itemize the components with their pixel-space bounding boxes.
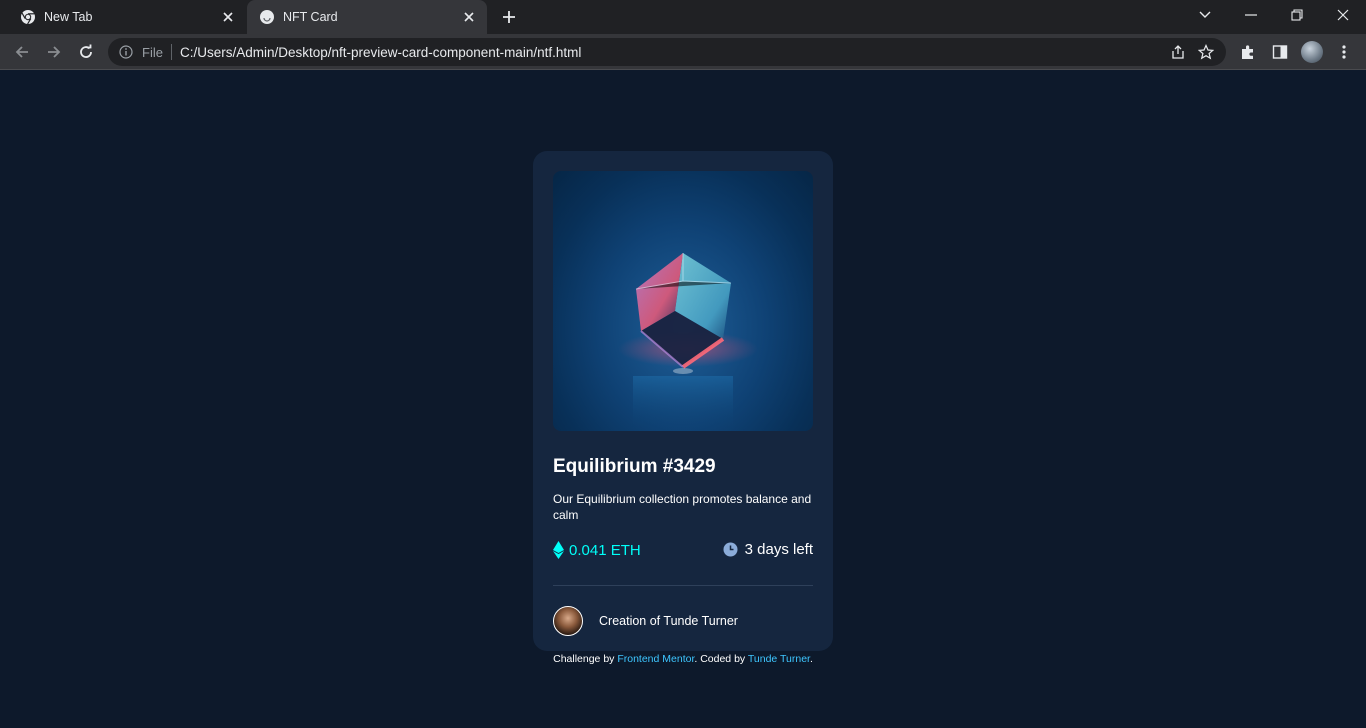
close-tab-icon[interactable] <box>459 7 479 27</box>
clock-icon <box>723 542 738 557</box>
time-left: 3 days left <box>723 541 813 558</box>
restore-button[interactable] <box>1274 0 1320 30</box>
back-button[interactable] <box>8 38 36 66</box>
side-panel-icon <box>1272 45 1288 59</box>
attribution-prefix: Challenge by <box>553 653 618 665</box>
ethereum-icon <box>553 541 564 559</box>
chrome-icon <box>20 9 36 25</box>
tab-nft-card[interactable]: NFT Card <box>247 0 487 34</box>
tab-bar: New Tab NFT Card <box>0 0 1366 34</box>
bookmark-star-icon[interactable] <box>1192 38 1220 66</box>
price: 0.041 ETH <box>553 541 641 559</box>
tab-new-tab[interactable]: New Tab <box>8 0 246 34</box>
author-link[interactable]: Tunde Turner <box>748 653 810 665</box>
plus-icon <box>503 11 515 23</box>
page-favicon-icon <box>259 9 275 25</box>
reload-icon <box>80 44 92 58</box>
nft-image[interactable] <box>553 171 813 431</box>
creator-avatar <box>553 606 583 636</box>
profile-button[interactable] <box>1298 38 1326 66</box>
card-divider <box>553 585 813 586</box>
tab-title: New Tab <box>44 10 93 24</box>
nft-title[interactable]: Equilibrium #3429 <box>553 456 716 478</box>
close-tab-icon[interactable] <box>218 7 238 27</box>
nft-description: Our Equilibrium collection promotes bala… <box>553 492 812 522</box>
close-window-button[interactable] <box>1320 0 1366 30</box>
side-panel-button[interactable] <box>1266 38 1294 66</box>
kebab-menu-icon <box>1342 45 1346 59</box>
restore-icon <box>1291 9 1303 21</box>
price-value: 0.041 ETH <box>569 541 641 559</box>
creator-text: Creation of Tunde Turner <box>599 614 738 628</box>
nft-card: Equilibrium #3429 Our Equilibrium collec… <box>533 151 833 651</box>
tab-search-button[interactable] <box>1182 0 1228 30</box>
reload-button[interactable] <box>72 38 100 66</box>
tab-title: NFT Card <box>283 10 338 24</box>
close-icon <box>1337 9 1349 21</box>
arrow-left-icon <box>15 46 28 58</box>
info-icon[interactable] <box>118 44 134 60</box>
address-bar[interactable]: File C:/Users/Admin/Desktop/nft-preview-… <box>108 38 1226 66</box>
attribution: Challenge by Frontend Mentor. Coded by T… <box>0 653 1366 665</box>
minimize-button[interactable] <box>1228 0 1274 30</box>
profile-avatar <box>1301 41 1323 63</box>
time-left-value: 3 days left <box>744 541 813 558</box>
browser-toolbar: File C:/Users/Admin/Desktop/nft-preview-… <box>0 34 1366 70</box>
divider <box>170 44 172 60</box>
url-scheme-label: File <box>142 44 163 60</box>
attribution-middle: . Coded by <box>694 653 748 665</box>
arrow-right-icon <box>48 46 61 58</box>
minimize-icon <box>1245 14 1257 16</box>
puzzle-icon <box>1242 45 1253 59</box>
forward-button[interactable] <box>40 38 68 66</box>
extensions-button[interactable] <box>1234 38 1262 66</box>
menu-button[interactable] <box>1330 38 1358 66</box>
equilibrium-cube-image <box>618 253 758 431</box>
url-text[interactable]: C:/Users/Admin/Desktop/nft-preview-card-… <box>180 45 1164 60</box>
share-icon[interactable] <box>1164 38 1192 66</box>
new-tab-button[interactable] <box>498 6 520 28</box>
attribution-suffix: . <box>809 653 813 665</box>
chevron-down-icon <box>1199 11 1211 18</box>
frontend-mentor-link[interactable]: Frontend Mentor <box>617 653 694 665</box>
